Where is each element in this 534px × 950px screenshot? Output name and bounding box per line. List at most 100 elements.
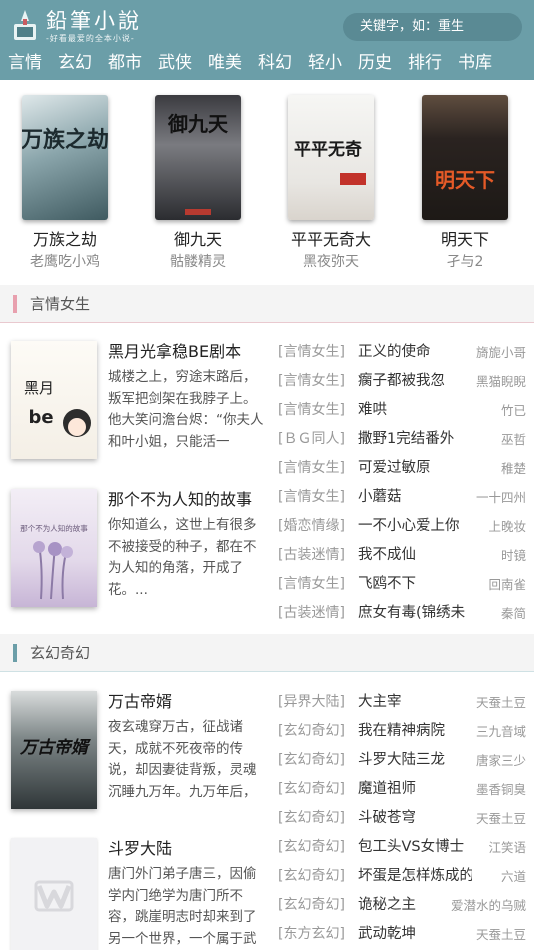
list-title[interactable]: 斗罗大陆三龙 <box>358 746 472 775</box>
book-title[interactable]: 斗罗大陆 <box>108 838 172 860</box>
list-title[interactable]: 斗破苍穹 <box>358 804 472 833</box>
list-title[interactable]: 一不小心爱上你 <box>358 512 472 541</box>
book-cover[interactable]: 那个不为人知的故事 <box>11 489 97 607</box>
list-item[interactable]: [东方玄幻] 武动乾坤 天蚕土豆 <box>276 920 526 949</box>
book-cover[interactable]: 万古帝婿 <box>11 691 97 809</box>
section-book[interactable]: 斗罗大陆 唐门外门弟子唐三，因偷学内门绝学为唐门所不容，跳崖明志时却来到了另一个… <box>0 838 272 950</box>
list-item[interactable]: [玄幻奇幻] 坏蛋是怎样炼成的 六道 <box>276 862 526 891</box>
list-item[interactable]: [玄幻奇幻] 魔道祖师 墨香铜臭 <box>276 775 526 804</box>
book-cover-placeholder[interactable] <box>11 838 97 950</box>
book-cover[interactable]: 黑月 be <box>11 341 97 459</box>
list-category[interactable]: [言情女生] <box>278 338 345 367</box>
list-title[interactable]: 我在精神病院 <box>358 717 472 746</box>
featured-book[interactable]: 明天下 明天下 孑与2 <box>410 95 520 271</box>
list-category[interactable]: [言情女生] <box>278 570 345 599</box>
list-title[interactable]: 庶女有毒(锦绣未 <box>358 599 472 628</box>
list-item[interactable]: [言情女生] 难哄 竹已 <box>276 396 526 425</box>
list-category[interactable]: [玄幻奇幻] <box>278 833 345 862</box>
book-title[interactable]: 万古帝婿 <box>108 691 172 713</box>
list-item[interactable]: [玄幻奇幻] 斗破苍穹 天蚕土豆 <box>276 804 526 833</box>
list-item[interactable]: [言情女生] 飞鸥不下 回南雀 <box>276 570 526 599</box>
book-cover[interactable]: 御九天 <box>155 95 241 220</box>
list-category[interactable]: [言情女生] <box>278 454 345 483</box>
list-title[interactable]: 魔道祖师 <box>358 775 472 804</box>
list-title[interactable]: 坏蛋是怎样炼成的 <box>358 862 472 891</box>
section-title[interactable]: 言情女生 <box>30 285 90 323</box>
list-category[interactable]: [玄幻奇幻] <box>278 891 345 920</box>
nav-item[interactable]: 武侠 <box>158 51 192 77</box>
book-list: [异界大陆] 大主宰 天蚕土豆 [玄幻奇幻] 我在精神病院 三九音域 [玄幻奇幻] 斗罗大… <box>276 688 526 949</box>
featured-book[interactable]: 万族之劫 万族之劫 老鹰吃小鸡 <box>10 95 120 271</box>
book-title[interactable]: 黑月光拿稳BE剧本 <box>108 341 241 363</box>
list-title[interactable]: 我不成仙 <box>358 541 472 570</box>
section-book[interactable]: 黑月 be 黑月光拿稳BE剧本 城楼之上，穷途末路后，叛军把剑架在我脖子上。他大… <box>0 341 272 481</box>
list-author: 三九音域 <box>475 724 526 739</box>
list-title[interactable]: 包工头VS女博士 <box>358 833 472 862</box>
nav-item[interactable]: 排行 <box>408 51 442 77</box>
list-author: 六道 <box>500 869 526 884</box>
nav-item[interactable]: 言情 <box>8 51 42 77</box>
book-cover[interactable]: 平平无奇 <box>288 95 374 220</box>
list-title[interactable]: 难哄 <box>358 396 472 425</box>
list-category[interactable]: [异界大陆] <box>278 688 345 717</box>
nav-item[interactable]: 科幻 <box>258 51 292 77</box>
nav-item[interactable]: 玄幻 <box>58 51 92 77</box>
list-title[interactable]: 武动乾坤 <box>358 920 472 949</box>
nav-item[interactable]: 历史 <box>358 51 392 77</box>
list-title[interactable]: 可爱过敏原 <box>358 454 472 483</box>
list-item[interactable]: [异界大陆] 大主宰 天蚕土豆 <box>276 688 526 717</box>
site-logo[interactable]: 鉛筆小說 -好看最爱的全本小说- <box>10 8 142 44</box>
list-item[interactable]: [玄幻奇幻] 我在精神病院 三九音域 <box>276 717 526 746</box>
book-cover[interactable]: 明天下 <box>422 95 508 220</box>
list-category[interactable]: [玄幻奇幻] <box>278 862 345 891</box>
list-item[interactable]: [婚恋情缘] 一不小心爱上你 上晚妆 <box>276 512 526 541</box>
list-category[interactable]: [ＢＧ同人] <box>278 425 345 454</box>
nav-item[interactable]: 唯美 <box>208 51 242 77</box>
featured-book[interactable]: 御九天 御九天 骷髅精灵 <box>143 95 253 271</box>
list-item[interactable]: [言情女生] 可爱过敏原 稚楚 <box>276 454 526 483</box>
list-category[interactable]: [玄幻奇幻] <box>278 775 345 804</box>
list-category[interactable]: [玄幻奇幻] <box>278 717 345 746</box>
list-item[interactable]: [玄幻奇幻] 诡秘之主 爱潜水的乌贼 <box>276 891 526 920</box>
section-header[interactable]: 玄幻奇幻 <box>0 634 534 672</box>
section-header[interactable]: 言情女生 <box>0 285 534 323</box>
nav-item[interactable]: 轻小 <box>308 51 342 77</box>
list-item[interactable]: [言情女生] 小蘑菇 一十四州 <box>276 483 526 512</box>
list-item[interactable]: [古装迷情] 我不成仙 时镜 <box>276 541 526 570</box>
cover-text: 明天下 <box>435 168 495 192</box>
list-item[interactable]: [古装迷情] 庶女有毒(锦绣未 秦简 <box>276 599 526 628</box>
list-category[interactable]: [玄幻奇幻] <box>278 804 345 833</box>
nav-item[interactable]: 都市 <box>108 51 142 77</box>
list-title[interactable]: 小蘑菇 <box>358 483 472 512</box>
section-book[interactable]: 那个不为人知的故事 那个不为人知的故事 你知道么，这世上有很多不被接受的种子，都… <box>0 489 272 629</box>
search-input[interactable]: 关键字，如：重生 <box>343 13 522 41</box>
book-title[interactable]: 万族之劫 <box>10 230 120 250</box>
featured-book[interactable]: 平平无奇 平平无奇大 黑夜弥天 <box>276 95 386 271</box>
section-title[interactable]: 玄幻奇幻 <box>30 634 90 672</box>
list-item[interactable]: [玄幻奇幻] 包工头VS女博士 江笑语 <box>276 833 526 862</box>
section-book[interactable]: 万古帝婿 万古帝婿 夜玄魂穿万古，征战诸天，成就不死夜帝的传说，却因妻徒背叛，灵… <box>0 691 272 831</box>
book-title[interactable]: 御九天 <box>143 230 253 250</box>
list-title[interactable]: 瘸子都被我忽 <box>358 367 472 396</box>
list-category[interactable]: [古装迷情] <box>278 599 345 628</box>
list-item[interactable]: [言情女生] 瘸子都被我忽 黑猫睨睨 <box>276 367 526 396</box>
book-title[interactable]: 明天下 <box>410 230 520 250</box>
list-category[interactable]: [古装迷情] <box>278 541 345 570</box>
list-title[interactable]: 撒野1完结番外 <box>358 425 472 454</box>
nav-item[interactable]: 书库 <box>458 51 492 77</box>
list-item[interactable]: [玄幻奇幻] 斗罗大陆三龙 唐家三少 <box>276 746 526 775</box>
list-category[interactable]: [东方玄幻] <box>278 920 345 949</box>
list-category[interactable]: [玄幻奇幻] <box>278 746 345 775</box>
list-item[interactable]: [ＢＧ同人] 撒野1完结番外 巫哲 <box>276 425 526 454</box>
list-title[interactable]: 正义的使命 <box>358 338 472 367</box>
list-category[interactable]: [言情女生] <box>278 396 345 425</box>
list-item[interactable]: [言情女生] 正义的使命 旖旎小哥 <box>276 338 526 367</box>
list-category[interactable]: [言情女生] <box>278 367 345 396</box>
list-title[interactable]: 飞鸥不下 <box>358 570 472 599</box>
list-category[interactable]: [言情女生] <box>278 483 345 512</box>
book-cover[interactable]: 万族之劫 <box>22 95 108 220</box>
book-title[interactable]: 平平无奇大 <box>276 230 386 250</box>
list-title[interactable]: 大主宰 <box>358 688 472 717</box>
book-title[interactable]: 那个不为人知的故事 <box>108 489 252 511</box>
list-category[interactable]: [婚恋情缘] <box>278 512 345 541</box>
